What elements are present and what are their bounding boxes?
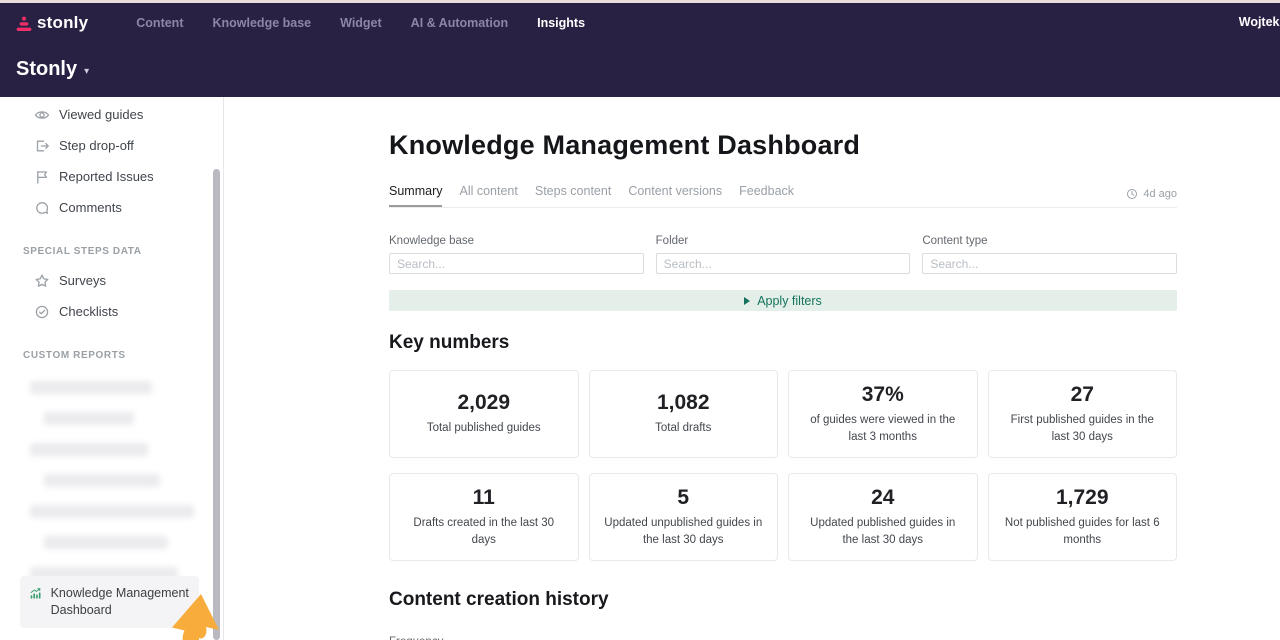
sidebar-item-reported-issues[interactable]: Reported Issues: [0, 161, 223, 192]
filter-label: Folder: [656, 235, 911, 247]
last-updated: 4d ago: [1126, 188, 1177, 207]
frequency-label: Frequency: [389, 636, 1177, 640]
filter-folder: Folder: [656, 235, 911, 274]
user-menu[interactable]: Wojtek K: [1239, 15, 1280, 29]
play-icon: [744, 297, 750, 305]
sidebar-item-label: Reported Issues: [59, 169, 154, 184]
tab-content-versions[interactable]: Content versions: [628, 184, 722, 207]
chevron-down-icon[interactable]: ▾: [84, 66, 89, 77]
kpi-card-viewed-percentage: 37% of guides were viewed in the last 3 …: [788, 370, 978, 458]
tab-feedback[interactable]: Feedback: [739, 184, 794, 207]
kpi-value: 27: [1071, 383, 1094, 407]
ukraine-flag-icon: [93, 14, 106, 23]
redacted-report[interactable]: [30, 443, 148, 456]
sidebar-item-label: Comments: [59, 200, 122, 215]
kpi-label: Not published guides for last 6 months: [1003, 515, 1163, 547]
kpi-label: Total drafts: [655, 420, 711, 436]
kpi-value: 11: [473, 486, 495, 510]
sidebar-item-comments[interactable]: Comments: [0, 192, 223, 223]
sidebar-item-checklists[interactable]: Checklists: [0, 296, 223, 327]
workspace-bar: Stonly ▾: [0, 42, 1280, 97]
step-dropoff-icon: [34, 138, 50, 154]
sidebar-item-label: Step drop-off: [59, 138, 134, 153]
redacted-report-list: [0, 381, 223, 580]
content-type-search-input[interactable]: [922, 253, 1177, 274]
sidebar-item-step-drop-off[interactable]: Step drop-off: [0, 130, 223, 161]
kpi-card-first-published: 27 First published guides in the last 30…: [988, 370, 1178, 458]
key-numbers-heading: Key numbers: [389, 332, 1177, 354]
tab-all-content[interactable]: All content: [459, 184, 517, 207]
tab-bar: Summary All content Steps content Conten…: [389, 184, 1177, 208]
kpi-value: 5: [677, 486, 689, 510]
folder-search-input[interactable]: [656, 253, 911, 274]
stonly-logo-text: stonly: [37, 13, 88, 33]
kpi-label: Total published guides: [427, 420, 541, 436]
stonly-logo-icon: [16, 16, 32, 32]
flag-icon: [34, 169, 50, 185]
eye-icon: [34, 107, 50, 123]
redacted-report[interactable]: [44, 474, 160, 487]
filter-label: Content type: [922, 235, 1177, 247]
check-circle-icon: [34, 304, 50, 320]
workspace-name[interactable]: Stonly: [16, 58, 77, 81]
kpi-value: 37%: [862, 383, 904, 407]
last-updated-text: 4d ago: [1143, 188, 1177, 200]
filter-label: Knowledge base: [389, 235, 644, 247]
kpi-label: Drafts created in the last 30 days: [404, 515, 564, 547]
topnav-item-insights[interactable]: Insights: [537, 16, 585, 30]
kpi-card-drafts-created: 11 Drafts created in the last 30 days: [389, 473, 579, 561]
sidebar-item-surveys[interactable]: Surveys: [0, 265, 223, 296]
report-card-label: Knowledge Management Dashboard: [51, 585, 189, 619]
apply-filters-label: Apply filters: [757, 294, 822, 308]
page-title: Knowledge Management Dashboard: [389, 130, 1177, 161]
sidebar-item-label: Viewed guides: [59, 107, 143, 122]
sidebar-item-viewed-guides[interactable]: Viewed guides: [0, 99, 223, 130]
kpi-label: Updated published guides in the last 30 …: [803, 515, 963, 547]
sidebar-item-knowledge-management-dashboard[interactable]: Knowledge Management Dashboard: [20, 576, 199, 628]
tab-steps-content[interactable]: Steps content: [535, 184, 611, 207]
kpi-value: 1,082: [657, 391, 710, 415]
kpi-label: First published guides in the last 30 da…: [1003, 412, 1163, 444]
sidebar-item-label: Checklists: [59, 304, 118, 319]
report-chart-icon: [30, 585, 42, 602]
kpi-value: 2,029: [457, 391, 510, 415]
sidebar-scrollbar[interactable]: [213, 169, 220, 640]
knowledge-base-search-input[interactable]: [389, 253, 644, 274]
clock-icon: [1126, 188, 1138, 200]
tab-summary[interactable]: Summary: [389, 184, 442, 207]
sidebar-section-custom-reports: CUSTOM REPORTS: [0, 342, 223, 369]
kpi-card-updated-unpublished: 5 Updated unpublished guides in the last…: [589, 473, 779, 561]
topnav-item-content[interactable]: Content: [136, 16, 183, 30]
filter-bar: Knowledge base Folder Content type: [389, 235, 1177, 274]
redacted-report[interactable]: [44, 536, 168, 549]
kpi-grid: 2,029 Total published guides 1,082 Total…: [389, 370, 1177, 561]
redacted-report[interactable]: [44, 412, 134, 425]
kpi-card-total-drafts: 1,082 Total drafts: [589, 370, 779, 458]
comment-icon: [34, 200, 50, 216]
kpi-card-not-published: 1,729 Not published guides for last 6 mo…: [988, 473, 1178, 561]
kpi-card-total-published-guides: 2,029 Total published guides: [389, 370, 579, 458]
main-content: Knowledge Management Dashboard Summary A…: [224, 97, 1280, 640]
sidebar-section-special-steps-data: SPECIAL STEPS DATA: [0, 238, 223, 265]
apply-filters-button[interactable]: Apply filters: [389, 290, 1177, 311]
redacted-report[interactable]: [30, 381, 152, 394]
topnav-item-knowledge-base[interactable]: Knowledge base: [212, 16, 311, 30]
sidebar: Viewed guides Step drop-off Reported Iss…: [0, 97, 224, 640]
kpi-card-updated-published: 24 Updated published guides in the last …: [788, 473, 978, 561]
topnav-item-ai-automation[interactable]: AI & Automation: [411, 16, 508, 30]
kpi-label: of guides were viewed in the last 3 mont…: [803, 412, 963, 444]
filter-knowledge-base: Knowledge base: [389, 235, 644, 274]
redacted-report[interactable]: [30, 505, 194, 518]
sidebar-item-label: Surveys: [59, 273, 106, 288]
kpi-value: 1,729: [1056, 486, 1109, 510]
filter-content-type: Content type: [922, 235, 1177, 274]
kpi-value: 24: [871, 486, 894, 510]
top-navbar: stonly Content Knowledge base Widget AI …: [0, 3, 1280, 42]
topnav-menu: Content Knowledge base Widget AI & Autom…: [136, 16, 585, 30]
stonly-logo[interactable]: stonly: [16, 13, 106, 33]
star-icon: [34, 273, 50, 289]
kpi-label: Updated unpublished guides in the last 3…: [604, 515, 764, 547]
content-history-heading: Content creation history: [389, 589, 1177, 611]
topnav-item-widget[interactable]: Widget: [340, 16, 382, 30]
